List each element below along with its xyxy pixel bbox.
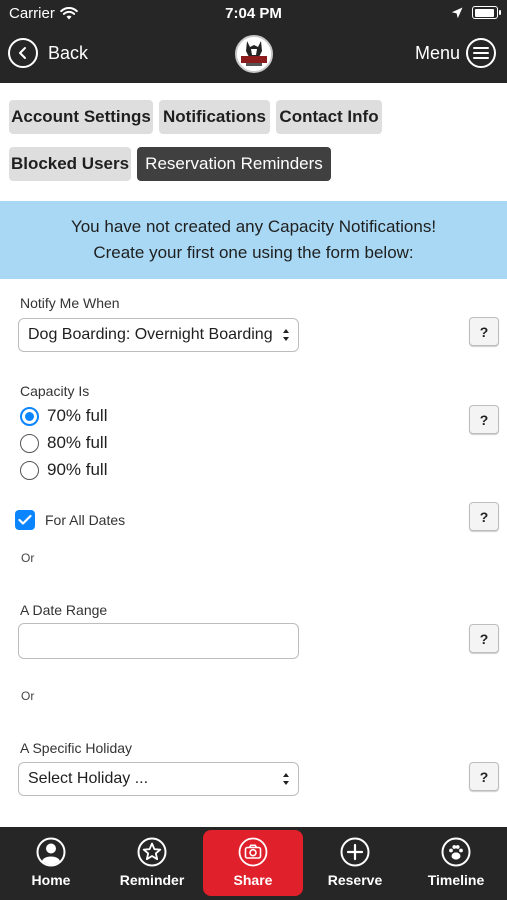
status-right (451, 6, 501, 19)
paw-circle-icon (441, 837, 471, 867)
holiday-select-value: Select Holiday ... (28, 770, 149, 787)
back-label: Back (48, 42, 89, 63)
person-circle-icon (36, 837, 66, 867)
status-time: 7:04 PM (225, 5, 282, 22)
date-range-label: A Date Range (20, 602, 108, 618)
capacity-option-80[interactable]: 80% full (20, 433, 107, 453)
tab-home-label: Home (31, 872, 71, 888)
notify-select-value: Dog Boarding: Overnight Boarding (28, 326, 273, 343)
settings-tabs: Account Settings Notifications Contact I… (0, 83, 507, 201)
tab-reserve[interactable]: Reserve (305, 827, 405, 900)
or-separator-1: Or (21, 551, 35, 565)
date-range-help-button[interactable]: ? (469, 624, 499, 653)
top-bar: Carrier 7:04 PM Back Menu (0, 0, 507, 83)
chevron-left-icon (8, 38, 38, 68)
notify-label: Notify Me When (20, 295, 120, 311)
capacity-option-label: 90% full (47, 460, 108, 479)
back-button[interactable]: Back (8, 38, 88, 68)
capacity-option-70[interactable]: 70% full (20, 406, 107, 426)
battery-icon (472, 6, 501, 19)
select-arrows-icon (283, 773, 289, 785)
or-separator-2: Or (21, 689, 35, 703)
tab-home[interactable]: Home (1, 827, 101, 900)
star-circle-icon (137, 837, 167, 867)
holiday-select[interactable]: Select Holiday ... (18, 762, 299, 796)
tab-reminder[interactable]: Reminder (102, 827, 202, 900)
hamburger-icon (466, 38, 496, 68)
menu-label: Menu (414, 42, 460, 63)
all-dates-help-button[interactable]: ? (469, 502, 499, 531)
tab-share-label: Share (233, 872, 273, 888)
checkmark-icon (15, 510, 35, 530)
holiday-help-button[interactable]: ? (469, 762, 499, 791)
tab-timeline-label: Timeline (427, 872, 485, 888)
notify-help-button[interactable]: ? (469, 317, 499, 346)
radio-button (20, 460, 39, 480)
tab-notifications[interactable]: Notifications (159, 100, 270, 134)
tab-reservation-reminders[interactable]: Reservation Reminders (137, 147, 331, 181)
tab-share[interactable]: Share (203, 830, 303, 896)
capacity-label: Capacity Is (20, 383, 90, 399)
banner-line-1: You have not created any Capacity Notifi… (70, 217, 437, 236)
all-dates-label: For All Dates (45, 512, 126, 528)
capacity-option-90[interactable]: 90% full (20, 460, 107, 480)
banner-line-2: Create your first one using the form bel… (93, 243, 414, 262)
plus-circle-icon (340, 837, 370, 867)
notify-select[interactable]: Dog Boarding: Overnight Boarding (18, 318, 299, 352)
camera-icon (238, 837, 268, 867)
menu-button[interactable]: Menu (415, 38, 496, 68)
capacity-option-label: 70% full (47, 406, 108, 425)
capacity-help-button[interactable]: ? (469, 405, 499, 434)
select-arrows-icon (283, 329, 289, 341)
tab-contact-info[interactable]: Contact Info (276, 100, 382, 134)
tab-blocked-users[interactable]: Blocked Users (9, 147, 131, 181)
nav-bar: Back Menu (0, 30, 507, 80)
brand-logo (235, 35, 273, 73)
radio-button (20, 406, 39, 426)
location-arrow-icon (451, 7, 463, 18)
bottom-tab-bar: Home Reminder Share Reserve Timeline (0, 827, 507, 900)
radio-button (20, 433, 39, 453)
tab-account-settings[interactable]: Account Settings (9, 100, 153, 134)
date-range-input[interactable] (18, 623, 299, 659)
info-banner: You have not created any Capacity Notifi… (0, 201, 507, 279)
tab-timeline[interactable]: Timeline (406, 827, 506, 900)
holiday-label: A Specific Holiday (20, 740, 133, 756)
tab-reminder-label: Reminder (119, 872, 185, 888)
status-bar: Carrier 7:04 PM (0, 0, 507, 28)
capacity-option-label: 80% full (47, 433, 108, 452)
all-dates-checkbox[interactable]: For All Dates (15, 510, 125, 530)
tab-reserve-label: Reserve (327, 872, 383, 888)
